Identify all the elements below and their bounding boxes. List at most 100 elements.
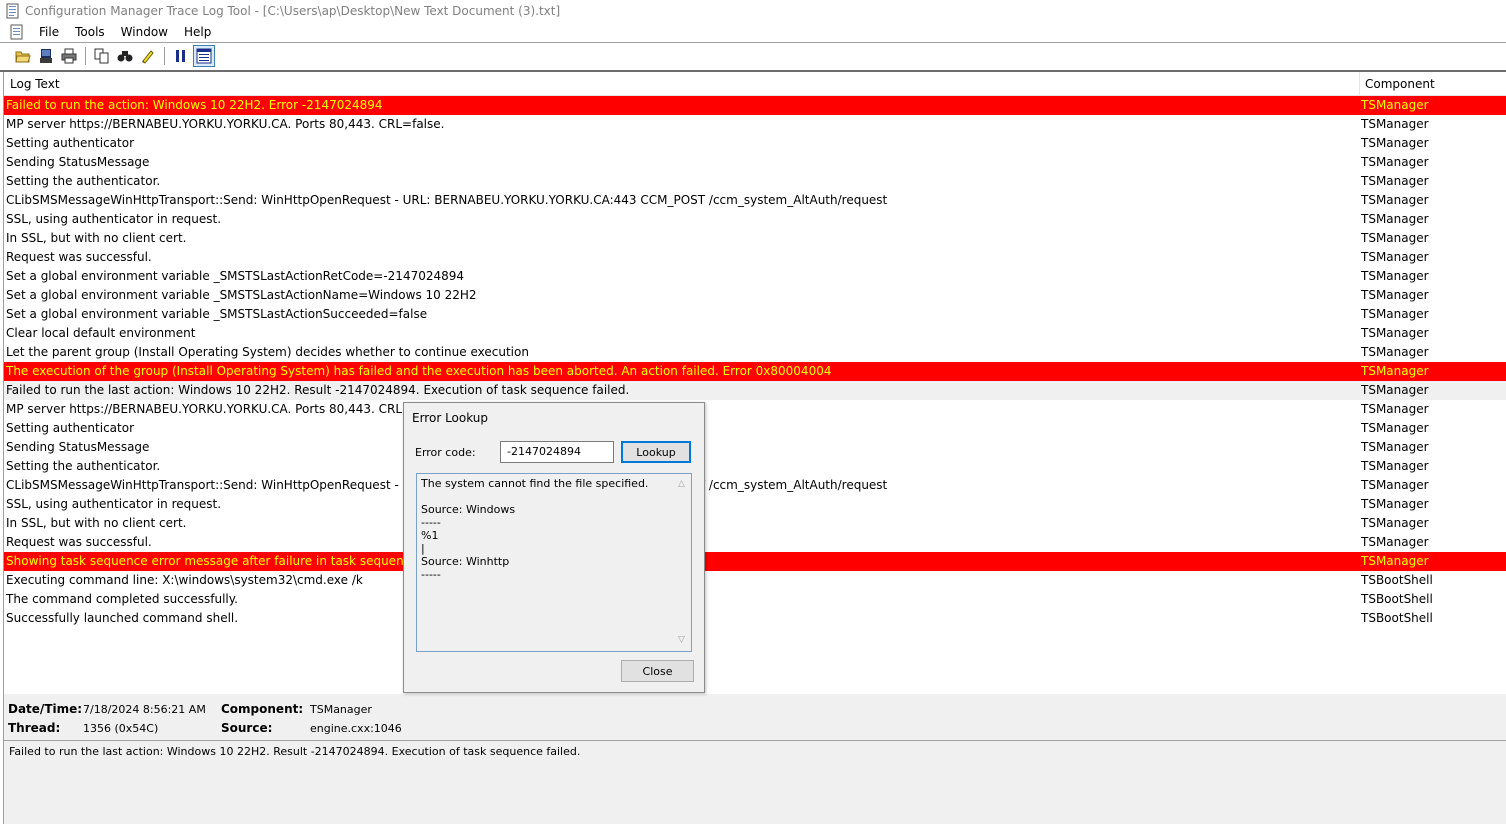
table-row[interactable]: Showing task sequence error message afte…	[4, 552, 1506, 571]
pause-button[interactable]	[170, 45, 192, 67]
component-cell: TSManager	[1361, 174, 1429, 188]
details-pane: Date/Time: 7/18/2024 8:56:21 AM Componen…	[3, 694, 1506, 740]
table-row[interactable]: The execution of the group (Install Oper…	[4, 362, 1506, 381]
table-row[interactable]: Executing command line: X:\windows\syste…	[4, 571, 1506, 590]
table-row[interactable]: Sending StatusMessage TSManager	[4, 153, 1506, 172]
component-cell: TSManager	[1361, 554, 1429, 568]
find-icon	[117, 51, 133, 62]
table-row[interactable]: Setting the authenticator. TSManager	[4, 172, 1506, 191]
scroll-up-icon[interactable]: △	[678, 478, 685, 491]
table-row[interactable]: Set a global environment variable _SMSTS…	[4, 267, 1506, 286]
result-line: The system cannot find the file specifie…	[421, 477, 649, 490]
table-row[interactable]: The command completed successfully. TSBoo…	[4, 590, 1506, 609]
result-line: -----	[421, 568, 441, 581]
log-text-cell: Setting the authenticator.	[6, 174, 161, 188]
app-icon	[6, 3, 19, 19]
menu-help[interactable]: Help	[176, 25, 219, 39]
result-line: -----	[421, 516, 441, 529]
print-icon	[61, 48, 77, 64]
table-row[interactable]: Setting authenticator TSManager	[4, 134, 1506, 153]
log-text-cell: Sending StatusMessage	[6, 155, 150, 169]
log-rows: Failed to run the action: Windows 10 22H…	[4, 96, 1506, 628]
table-row[interactable]: Set a global environment variable _SMSTS…	[4, 286, 1506, 305]
component-cell: TSBootShell	[1361, 592, 1433, 606]
table-row[interactable]: Setting the authenticator. TSManager	[4, 457, 1506, 476]
result-line: Source: Winhttp	[421, 555, 510, 568]
lookup-result[interactable]: The system cannot find the file specifie…	[416, 473, 692, 652]
table-row[interactable]: Sending StatusMessage TSManager	[4, 438, 1506, 457]
find-button[interactable]	[114, 45, 136, 67]
menu-bar: File Tools Window Help	[0, 22, 1506, 42]
table-row[interactable]: Successfully launched command shell. TSBo…	[4, 609, 1506, 628]
component-cell: TSManager	[1361, 383, 1429, 397]
component-label: Component:	[221, 702, 304, 716]
open-button[interactable]	[12, 45, 34, 67]
error-code-input[interactable]: -2147024894	[500, 441, 614, 463]
component-value: TSManager	[310, 703, 372, 716]
datetime-label: Date/Time:	[8, 702, 83, 716]
log-text-cell: Successfully launched command shell.	[6, 611, 239, 625]
log-grid: Log Text Component Failed to run the act…	[3, 72, 1506, 694]
component-cell: TSManager	[1361, 345, 1429, 359]
log-text-cell: In SSL, but with no client cert.	[6, 231, 187, 245]
table-row[interactable]: MP server https://BERNABEU.YORKU.YORKU.C…	[4, 400, 1506, 419]
result-line: Source: Windows	[421, 503, 516, 516]
message-pane[interactable]: Failed to run the last action: Windows 1…	[3, 740, 1506, 824]
table-row[interactable]: CLibSMSMessageWinHttpTransport::Send: Wi…	[4, 476, 1506, 495]
pause-icon	[176, 50, 185, 62]
table-row[interactable]: Request was successful. TSManager	[4, 533, 1506, 552]
title-bar: Configuration Manager Trace Log Tool - […	[0, 0, 1506, 22]
table-row[interactable]: Failed to run the action: Windows 10 22H…	[4, 96, 1506, 115]
print-button[interactable]	[58, 45, 80, 67]
scroll-down-icon[interactable]: ▽	[678, 634, 685, 647]
table-row[interactable]: MP server https://BERNABEU.YORKU.YORKU.C…	[4, 115, 1506, 134]
details-pane-icon	[196, 48, 212, 64]
result-line: %1	[421, 529, 439, 542]
window-title: Configuration Manager Trace Log Tool - […	[25, 4, 561, 18]
toolbar	[0, 43, 1506, 69]
copy-icon	[94, 48, 109, 64]
result-scrollbar[interactable]: △ ▽	[675, 474, 691, 651]
log-text-cell: Request was successful.	[6, 250, 152, 264]
details-pane-button[interactable]	[193, 45, 215, 67]
component-cell: TSManager	[1361, 307, 1429, 321]
table-row[interactable]: SSL, using authenticator in request. TSMa…	[4, 210, 1506, 229]
table-row[interactable]: Clear local default environment TSManager	[4, 324, 1506, 343]
table-row[interactable]: CLibSMSMessageWinHttpTransport::Send: Wi…	[4, 191, 1506, 210]
component-cell: TSManager	[1361, 440, 1429, 454]
table-row[interactable]: In SSL, but with no client cert. TSManage…	[4, 229, 1506, 248]
document-icon[interactable]	[9, 24, 25, 40]
print-preview-button[interactable]	[35, 45, 57, 67]
log-text-cell: Let the parent group (Install Operating …	[6, 345, 529, 359]
thread-label: Thread:	[8, 721, 61, 735]
component-cell: TSManager	[1361, 364, 1429, 378]
component-cell: TSManager	[1361, 421, 1429, 435]
column-header-component[interactable]: Component	[1365, 77, 1435, 91]
copy-button[interactable]	[91, 45, 113, 67]
log-text-cell: Set a global environment variable _SMSTS…	[6, 288, 477, 302]
column-divider[interactable]	[1359, 72, 1360, 96]
table-row[interactable]: Set a global environment variable _SMSTS…	[4, 305, 1506, 324]
menu-file[interactable]: File	[31, 25, 67, 39]
highlight-button[interactable]	[137, 45, 159, 67]
table-row[interactable]: Request was successful. TSManager	[4, 248, 1506, 267]
log-text-cell: MP server https://BERNABEU.YORKU.YORKU.C…	[6, 117, 445, 131]
component-cell: TSManager	[1361, 402, 1429, 416]
result-line	[421, 490, 687, 503]
menu-tools[interactable]: Tools	[67, 25, 113, 39]
lookup-button[interactable]: Lookup	[621, 441, 691, 463]
log-text-cell: The command completed successfully.	[6, 592, 238, 606]
component-cell: TSManager	[1361, 497, 1429, 511]
table-row[interactable]: SSL, using authenticator in request. TSMa…	[4, 495, 1506, 514]
close-button[interactable]: Close	[621, 660, 694, 682]
print-preview-icon	[40, 49, 52, 63]
table-row[interactable]: Setting authenticator TSManager	[4, 419, 1506, 438]
table-row[interactable]: Let the parent group (Install Operating …	[4, 343, 1506, 362]
log-text-cell: Failed to run the last action: Windows 1…	[6, 383, 630, 397]
menu-window[interactable]: Window	[113, 25, 176, 39]
table-row[interactable]: Failed to run the last action: Windows 1…	[4, 381, 1506, 400]
table-row[interactable]: In SSL, but with no client cert. TSManage…	[4, 514, 1506, 533]
column-header-log-text[interactable]: Log Text	[10, 77, 60, 91]
toolbar-separator	[85, 47, 87, 65]
log-text-cell: Set a global environment variable _SMSTS…	[6, 269, 465, 283]
